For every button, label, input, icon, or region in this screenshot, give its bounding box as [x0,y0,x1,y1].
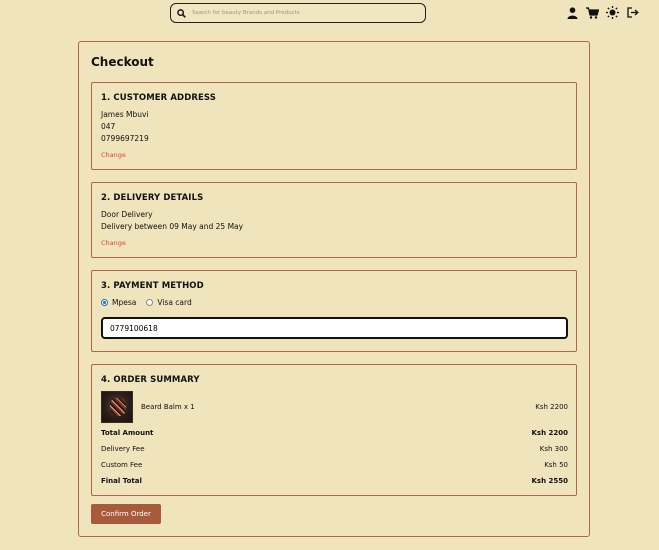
item-name: Beard Balm x 1 [141,403,195,411]
search-icon [177,8,186,18]
mpesa-phone-input[interactable] [101,317,568,339]
final-total-label: Final Total [101,477,142,485]
delivery-window: Delivery between 09 May and 25 May [101,222,244,231]
page-title: Checkout [91,55,154,69]
final-total-row: Final Total Ksh 2550 [101,477,568,485]
visa-label[interactable]: Visa card [157,298,191,307]
custom-fee-label: Custom Fee [101,461,143,469]
payment-method-section: 3. PAYMENT METHOD Mpesa Visa card [91,270,577,352]
total-value: Ksh 2200 [531,429,569,437]
order-summary-section: 4. ORDER SUMMARY Beard Balm x 1 Ksh 2200… [91,364,577,496]
sun-icon[interactable] [606,6,619,19]
total-amount-row: Total Amount Ksh 2200 [101,429,568,437]
mpesa-label[interactable]: Mpesa [112,298,136,307]
user-icon[interactable] [566,6,579,19]
section-title: 1. CUSTOMER ADDRESS [101,93,216,103]
search-bar[interactable] [170,3,426,23]
change-address-link[interactable]: Change [101,151,126,159]
address-line: 047 [101,122,116,131]
delivery-method: Door Delivery [101,210,153,219]
final-total-value: Ksh 2550 [531,477,569,485]
delivery-details-section: 2. DELIVERY DETAILS Door Delivery Delive… [91,182,577,258]
change-delivery-link[interactable]: Change [101,239,126,247]
customer-phone: 0799697219 [101,134,149,143]
logout-icon[interactable] [626,6,639,19]
payment-options: Mpesa Visa card [101,298,202,307]
customer-address-section: 1. CUSTOMER ADDRESS James Mbuvi 047 0799… [91,82,577,170]
mpesa-radio[interactable] [101,299,108,306]
delivery-fee-row: Delivery Fee Ksh 300 [101,445,568,453]
search-input[interactable] [192,10,412,16]
customer-name: James Mbuvi [101,110,149,119]
section-title: 3. PAYMENT METHOD [101,281,204,291]
delivery-fee-label: Delivery Fee [101,445,145,453]
visa-radio[interactable] [146,299,154,306]
section-title: 2. DELIVERY DETAILS [101,193,204,203]
checkout-card: Checkout 1. CUSTOMER ADDRESS James Mbuvi… [78,41,590,537]
confirm-order-button[interactable]: Confirm Order [91,504,161,524]
item-price: Ksh 2200 [535,403,568,411]
delivery-fee-value: Ksh 300 [539,445,568,453]
cart-icon[interactable] [586,6,599,19]
section-title: 4. ORDER SUMMARY [101,375,200,385]
top-bar [0,0,659,28]
custom-fee-row: Custom Fee Ksh 50 [101,461,568,469]
custom-fee-value: Ksh 50 [544,461,568,469]
order-item-row: Beard Balm x 1 Ksh 2200 [101,403,568,411]
total-label: Total Amount [101,429,154,437]
